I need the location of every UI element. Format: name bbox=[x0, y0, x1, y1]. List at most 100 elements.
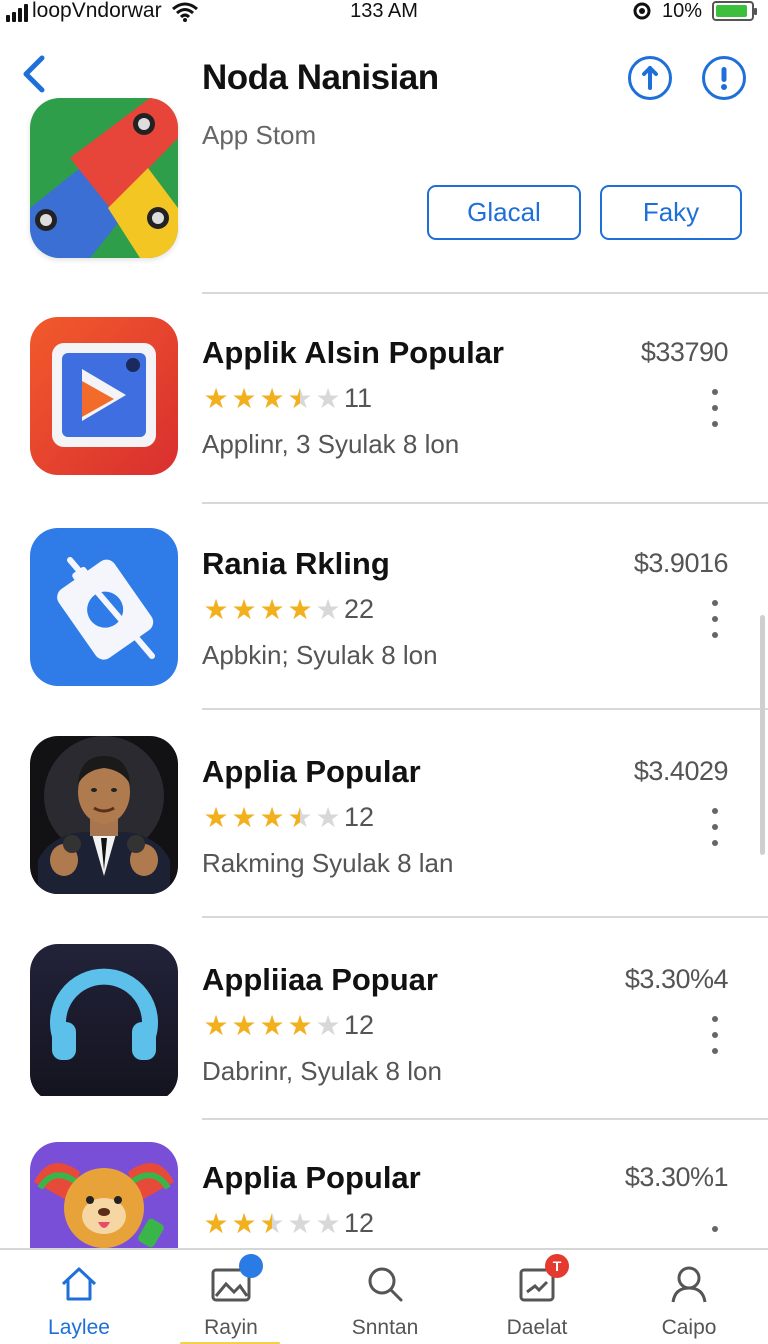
star-icon: ★ bbox=[287, 801, 313, 833]
page-subtitle: App Stom bbox=[202, 120, 317, 150]
star-icon: ★ bbox=[259, 1009, 285, 1041]
lion-game-icon bbox=[30, 1142, 178, 1248]
star-icon: ★ bbox=[203, 1207, 229, 1239]
star-icon: ★ bbox=[315, 593, 341, 625]
scrollbar[interactable] bbox=[760, 615, 765, 855]
tab-label: Snntan bbox=[351, 1316, 419, 1339]
speaker-photo-icon bbox=[30, 736, 178, 894]
tab-bar: Laylee Rayin Snntan T Daelat Caipo bbox=[0, 1248, 768, 1344]
star-icon: ★ bbox=[315, 801, 341, 833]
inbox-icon: T bbox=[515, 1254, 569, 1306]
faky-button[interactable]: Faky bbox=[600, 185, 742, 240]
star-rating: ★ ★ ★ ★ ★ 12 bbox=[202, 1208, 374, 1239]
star-icon: ★ bbox=[259, 1207, 285, 1239]
tab-inbox[interactable]: T Daelat bbox=[482, 1254, 592, 1342]
star-icon: ★ bbox=[203, 382, 229, 414]
divider bbox=[202, 916, 768, 918]
orientation-lock-icon bbox=[633, 2, 651, 20]
page-title: Noda Nanisian bbox=[202, 58, 439, 97]
app-name: Applia Popular bbox=[202, 1160, 421, 1195]
app-name: Rania Rkling bbox=[202, 546, 390, 581]
more-options-icon[interactable] bbox=[706, 1226, 724, 1240]
tab-badge: T bbox=[545, 1254, 569, 1278]
rating-count: 22 bbox=[344, 594, 375, 624]
more-options-icon[interactable] bbox=[706, 600, 724, 638]
star-icon: ★ bbox=[287, 593, 313, 625]
star-icon: ★ bbox=[231, 1207, 257, 1239]
star-icon: ★ bbox=[231, 1009, 257, 1041]
star-icon: ★ bbox=[315, 382, 341, 414]
list-item[interactable]: Applik Alsin Popular ★ ★ ★ ★ ★ 11 Applinr, 3… bbox=[0, 317, 768, 507]
star-icon: ★ bbox=[203, 801, 229, 833]
rating-count: 12 bbox=[344, 802, 375, 832]
star-icon: ★ bbox=[231, 801, 257, 833]
tab-label: Caipo bbox=[661, 1316, 717, 1339]
tab-home[interactable]: Laylee bbox=[24, 1262, 134, 1342]
app-meta: Dabrinr, Syulak 8 lon bbox=[202, 1056, 442, 1086]
star-icon: ★ bbox=[287, 1207, 313, 1239]
star-icon: ★ bbox=[231, 382, 257, 414]
divider bbox=[202, 292, 768, 294]
divider bbox=[202, 708, 768, 710]
maps-app-icon bbox=[30, 98, 178, 258]
more-options-icon[interactable] bbox=[706, 808, 724, 846]
battery-fill bbox=[716, 5, 747, 17]
info-button[interactable] bbox=[628, 56, 672, 100]
tab-profile[interactable]: Caipo bbox=[634, 1262, 744, 1342]
tab-gallery[interactable]: Rayin bbox=[176, 1254, 286, 1342]
star-icon: ★ bbox=[315, 1207, 341, 1239]
tab-badge bbox=[239, 1254, 263, 1278]
search-icon bbox=[363, 1262, 407, 1306]
star-icon: ★ bbox=[203, 1009, 229, 1041]
play-app-icon bbox=[30, 317, 178, 475]
star-icon: ★ bbox=[315, 1009, 341, 1041]
app-name: Appliiaa Popuar bbox=[202, 962, 438, 997]
more-options-icon[interactable] bbox=[706, 1016, 724, 1054]
home-icon bbox=[57, 1262, 101, 1306]
app-price: $3.30%1 bbox=[624, 1162, 729, 1192]
tab-label: Laylee bbox=[48, 1316, 110, 1339]
rating-count: 11 bbox=[344, 383, 373, 413]
app-meta: Rakming Syulak 8 lan bbox=[202, 848, 454, 878]
app-price: $3.9016 bbox=[633, 548, 729, 578]
battery-percent: 10% bbox=[661, 0, 702, 22]
app-price: $33790 bbox=[640, 337, 729, 367]
star-icon: ★ bbox=[287, 1009, 313, 1041]
list-item[interactable]: Applia Popular ★ ★ ★ ★ ★ 12 Rakming Syulak 8… bbox=[0, 736, 768, 926]
list-item[interactable]: Appliiaa Popuar ★ ★ ★ ★ ★ 12 Dabrinr, Syulak… bbox=[0, 944, 768, 1134]
rating-count: 12 bbox=[344, 1208, 375, 1238]
tab-search[interactable]: Snntan bbox=[330, 1262, 440, 1342]
app-name: Applia Popular bbox=[202, 754, 421, 789]
divider bbox=[202, 502, 768, 504]
alert-button[interactable] bbox=[702, 56, 746, 100]
star-icon: ★ bbox=[287, 382, 313, 414]
star-rating: ★ ★ ★ ★ ★ 12 bbox=[202, 1010, 374, 1041]
list-item[interactable]: Rania Rkling ★ ★ ★ ★ ★ 22 Apbkin; Syulak 8 l… bbox=[0, 528, 768, 718]
back-button[interactable] bbox=[14, 52, 54, 96]
more-options-icon[interactable] bbox=[706, 389, 724, 427]
star-icon: ★ bbox=[259, 382, 285, 414]
star-rating: ★ ★ ★ ★ ★ 12 bbox=[202, 802, 374, 833]
star-icon: ★ bbox=[231, 593, 257, 625]
rating-count: 12 bbox=[344, 1010, 375, 1040]
app-meta: Applinr, 3 Syulak 8 lon bbox=[202, 429, 460, 459]
star-icon: ★ bbox=[259, 593, 285, 625]
app-price: $3.4029 bbox=[633, 756, 729, 786]
chevron-left-icon bbox=[23, 55, 45, 93]
status-right: 10% bbox=[632, 0, 757, 22]
status-bar: loopVndorwar 133 AM 10% bbox=[0, 0, 768, 26]
glacal-button[interactable]: Glacal bbox=[427, 185, 581, 240]
app-name: Applik Alsin Popular bbox=[202, 335, 504, 370]
headphones-app-icon bbox=[30, 944, 178, 1102]
star-icon: ★ bbox=[203, 593, 229, 625]
tag-app-icon bbox=[30, 528, 178, 686]
battery-icon bbox=[712, 1, 757, 21]
star-rating: ★ ★ ★ ★ ★ 11 bbox=[202, 383, 372, 414]
tab-label: Rayin bbox=[204, 1316, 258, 1339]
profile-icon bbox=[667, 1262, 711, 1306]
app-price: $3.30%4 bbox=[624, 964, 729, 994]
divider bbox=[202, 1118, 768, 1120]
alert-icon bbox=[721, 67, 727, 90]
tab-label: Daelat bbox=[506, 1316, 568, 1339]
info-arrow-icon bbox=[642, 66, 658, 90]
